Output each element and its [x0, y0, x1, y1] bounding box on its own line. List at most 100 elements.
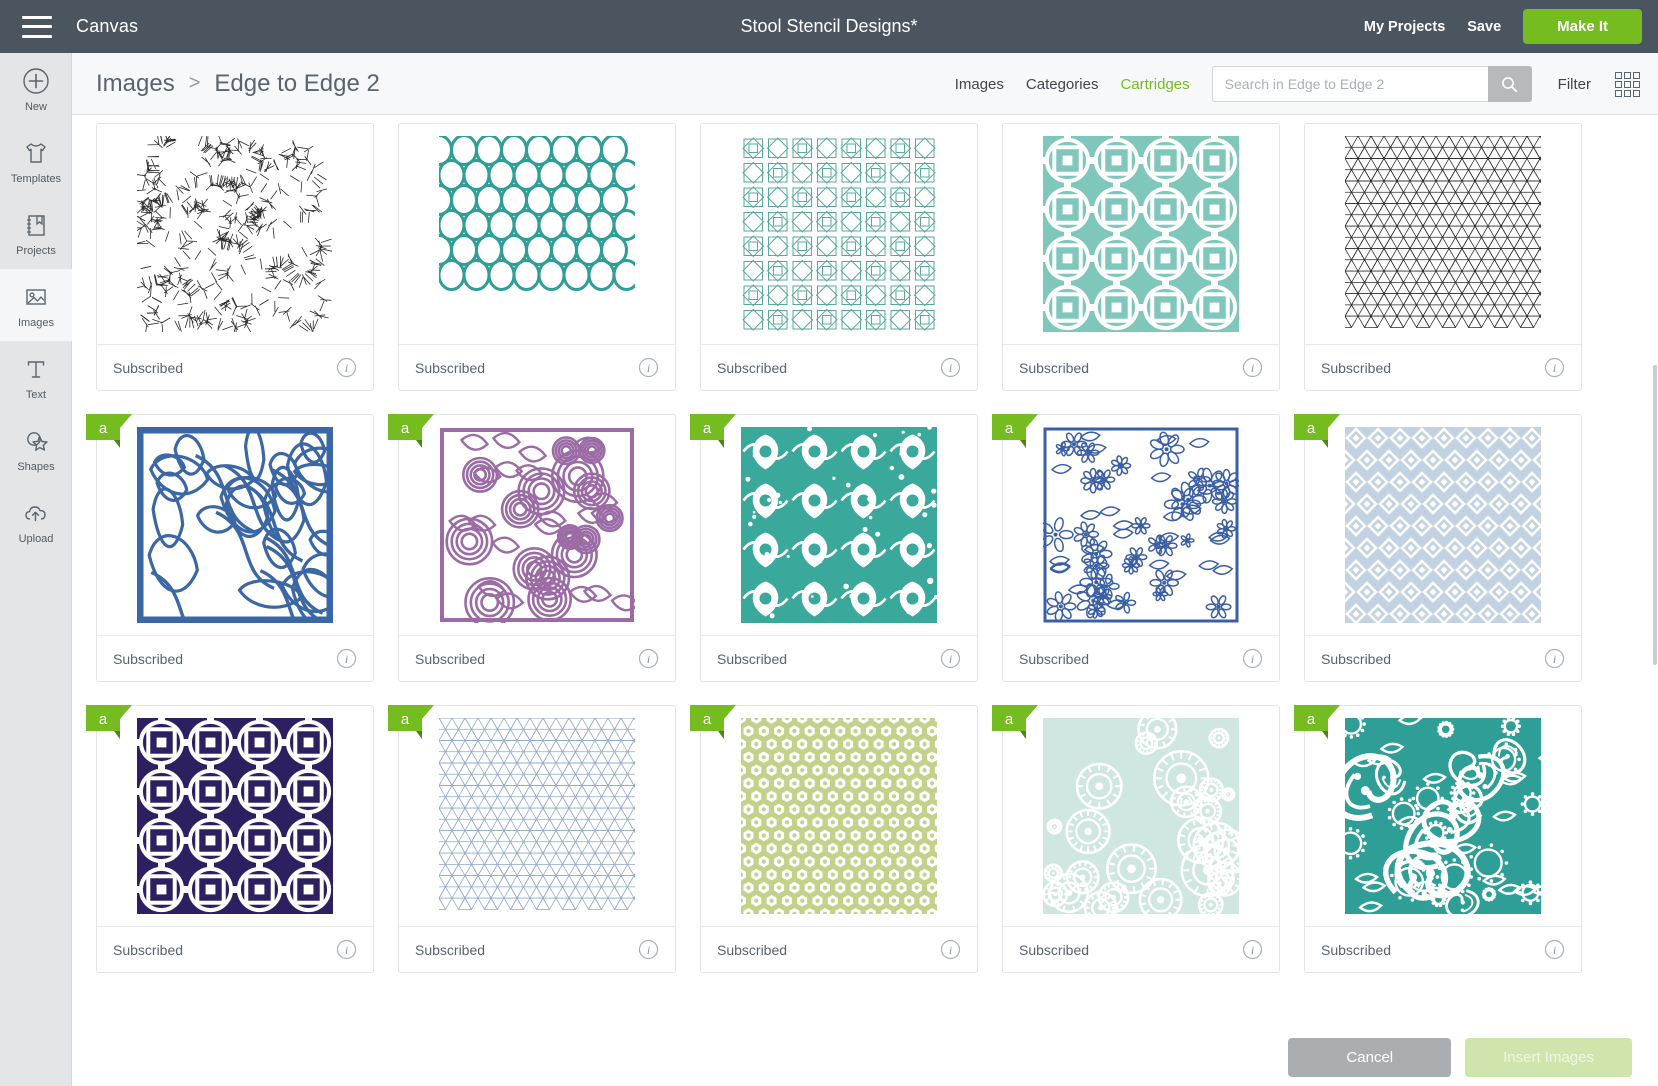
svg-text:i: i — [1553, 943, 1556, 957]
info-icon[interactable]: i — [1544, 357, 1565, 378]
breadcrumb-current: Edge to Edge 2 — [214, 70, 379, 98]
info-icon[interactable]: i — [1242, 357, 1263, 378]
image-thumbnail[interactable] — [97, 415, 373, 635]
subscription-status: Subscribed — [1321, 651, 1391, 667]
svg-text:a: a — [703, 420, 712, 437]
info-icon[interactable]: i — [940, 939, 961, 960]
my-projects-link[interactable]: My Projects — [1364, 19, 1445, 35]
cricut-access-badge: a — [86, 414, 132, 448]
image-thumbnail[interactable] — [399, 706, 675, 926]
info-icon[interactable]: i — [336, 357, 357, 378]
subscription-status: Subscribed — [1019, 651, 1089, 667]
image-thumbnail[interactable] — [1305, 706, 1581, 926]
subscription-status: Subscribed — [717, 651, 787, 667]
image-card[interactable]: a Subscribed i — [398, 705, 676, 973]
tab-categories[interactable]: Categories — [1026, 76, 1099, 93]
image-card[interactable]: Subscribed i — [700, 123, 978, 391]
image-card[interactable]: a Subscribed i — [1002, 414, 1280, 682]
image-card[interactable]: a Subscribed i — [96, 414, 374, 682]
image-card-footer: Subscribed i — [97, 926, 373, 972]
image-thumbnail[interactable] — [1003, 415, 1279, 635]
tab-images[interactable]: Images — [955, 76, 1004, 93]
image-card[interactable]: a — [1304, 705, 1582, 973]
info-icon[interactable]: i — [1242, 648, 1263, 669]
svg-text:a: a — [1005, 711, 1014, 728]
image-thumbnail[interactable] — [1003, 124, 1279, 344]
subscription-status: Subscribed — [113, 942, 183, 958]
info-icon[interactable]: i — [1544, 939, 1565, 960]
image-card[interactable]: a Subscribed i — [700, 414, 978, 682]
search-input[interactable] — [1212, 66, 1488, 102]
image-thumbnail[interactable] — [1305, 415, 1581, 635]
svg-text:i: i — [345, 943, 348, 957]
info-icon[interactable]: i — [1544, 648, 1565, 669]
hamburger-menu-icon[interactable] — [22, 16, 52, 38]
info-icon[interactable]: i — [940, 357, 961, 378]
make-it-button[interactable]: Make It — [1523, 9, 1642, 44]
search-box — [1212, 66, 1532, 102]
info-icon[interactable]: i — [1242, 939, 1263, 960]
image-thumbnail[interactable] — [701, 124, 977, 344]
image-thumbnail[interactable] — [1305, 124, 1581, 344]
sidebar-item-label: Templates — [11, 173, 61, 185]
sidebar-item-templates[interactable]: Templates — [0, 125, 72, 197]
tab-cartridges[interactable]: Cartridges — [1120, 76, 1189, 93]
subscription-status: Subscribed — [1019, 360, 1089, 376]
sidebar-item-label: New — [25, 101, 47, 113]
info-icon[interactable]: i — [336, 939, 357, 960]
image-card[interactable]: Subscribed i — [1304, 123, 1582, 391]
image-thumbnail[interactable] — [701, 415, 977, 635]
cricut-access-badge: a — [86, 705, 132, 739]
image-card[interactable]: a Subscribed i — [96, 705, 374, 973]
sidebar-item-shapes[interactable]: Shapes — [0, 413, 72, 485]
svg-text:a: a — [1307, 420, 1316, 437]
image-card-footer: Subscribed i — [399, 635, 675, 681]
breadcrumb-root[interactable]: Images — [96, 70, 175, 98]
cricut-access-badge: a — [690, 705, 736, 739]
image-card[interactable]: Subscribed i — [398, 123, 676, 391]
notebook-bookmark-icon — [21, 210, 51, 240]
image-card[interactable]: a Subscribed i — [1304, 414, 1582, 682]
image-thumbnail[interactable] — [399, 415, 675, 635]
save-button[interactable]: Save — [1467, 19, 1501, 35]
grid-view-icon[interactable] — [1615, 72, 1640, 97]
picture-icon — [21, 282, 51, 312]
vertical-scrollbar[interactable] — [1652, 115, 1658, 1086]
info-icon[interactable]: i — [638, 357, 659, 378]
cricut-access-badge: a — [1294, 705, 1340, 739]
svg-text:i: i — [647, 652, 650, 666]
image-card[interactable]: a Subscribed i — [700, 705, 978, 973]
image-thumbnail[interactable] — [97, 706, 373, 926]
cloud-upload-icon — [21, 498, 51, 528]
image-card-footer: Subscribed i — [701, 635, 977, 681]
sidebar-item-images[interactable]: Images — [0, 269, 72, 341]
image-card[interactable]: a Subscribed i — [398, 414, 676, 682]
breadcrumb-separator: > — [189, 72, 201, 95]
info-icon[interactable]: i — [940, 648, 961, 669]
image-thumbnail[interactable] — [97, 124, 373, 344]
sidebar-item-new[interactable]: New — [0, 53, 72, 125]
cancel-button[interactable]: Cancel — [1288, 1038, 1451, 1077]
image-results-scroll-area[interactable]: Subscribed i Subscribed i Subscribed — [72, 115, 1658, 1086]
info-icon[interactable]: i — [336, 648, 357, 669]
image-thumbnail[interactable] — [1003, 706, 1279, 926]
sidebar-item-projects[interactable]: Projects — [0, 197, 72, 269]
image-thumbnail[interactable] — [701, 706, 977, 926]
info-icon[interactable]: i — [638, 939, 659, 960]
info-icon[interactable]: i — [638, 648, 659, 669]
sidebar-item-upload[interactable]: Upload — [0, 485, 72, 557]
image-card-footer: Subscribed i — [399, 344, 675, 390]
sidebar-item-label: Upload — [19, 533, 54, 545]
sidebar-item-text[interactable]: Text — [0, 341, 72, 413]
image-thumbnail[interactable] — [399, 124, 675, 344]
images-panel: Images > Edge to Edge 2 Images Categorie… — [72, 53, 1658, 1086]
image-card[interactable]: Subscribed i — [96, 123, 374, 391]
canvas-label[interactable]: Canvas — [76, 16, 138, 37]
search-button[interactable] — [1488, 66, 1532, 102]
breadcrumb: Images > Edge to Edge 2 — [96, 70, 380, 98]
image-card[interactable]: a Subscribed i — [1002, 705, 1280, 973]
subscription-status: Subscribed — [415, 360, 485, 376]
search-icon — [1501, 76, 1518, 93]
filter-button[interactable]: Filter — [1558, 76, 1591, 93]
image-card[interactable]: Subscribed i — [1002, 123, 1280, 391]
